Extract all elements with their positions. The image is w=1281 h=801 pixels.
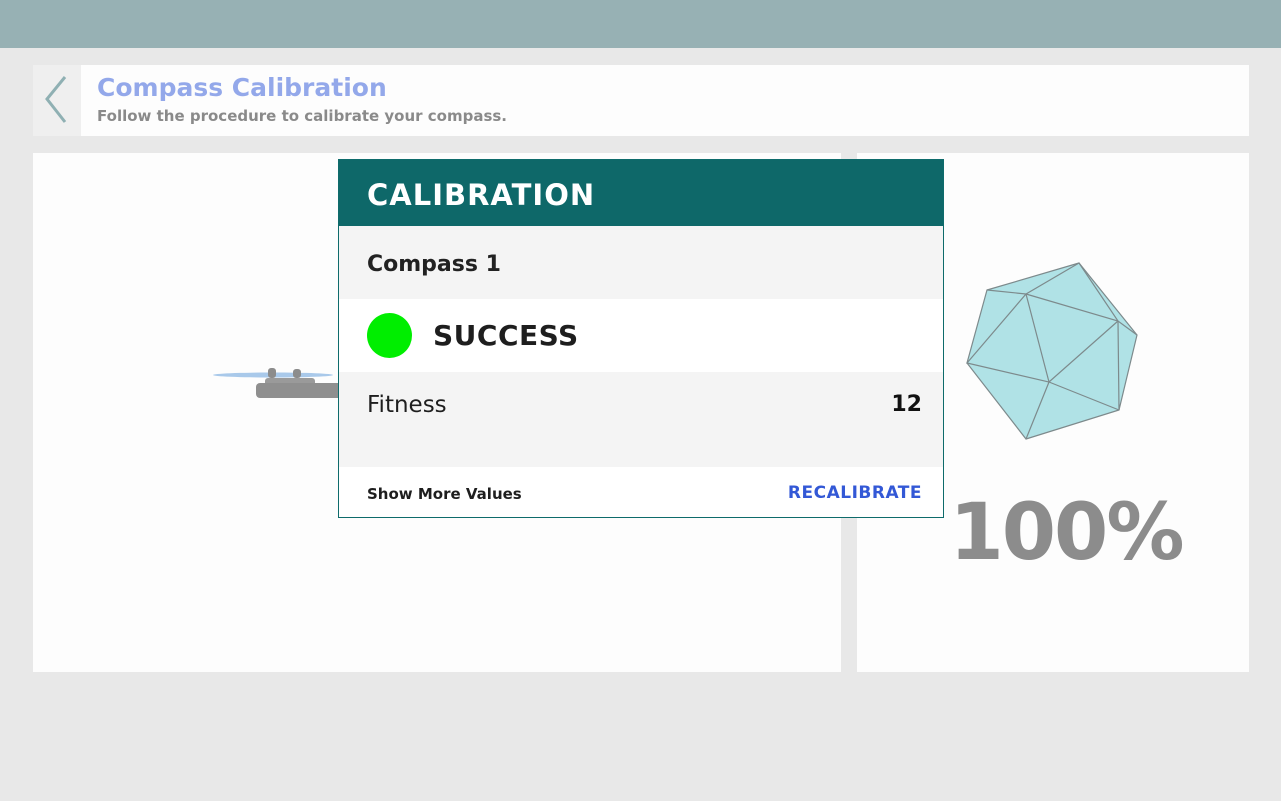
status-text: SUCCESS xyxy=(433,319,579,352)
dialog-title: CALIBRATION xyxy=(339,160,943,226)
recalibrate-button[interactable]: RECALIBRATE xyxy=(788,483,922,503)
top-bar xyxy=(0,0,1281,48)
fitness-label: Fitness xyxy=(367,392,447,418)
status-indicator-icon xyxy=(367,313,412,358)
drone-image xyxy=(213,368,353,398)
status-row: SUCCESS xyxy=(339,299,943,372)
calibration-sphere xyxy=(965,262,1138,440)
chevron-left-icon xyxy=(45,76,67,123)
dialog-footer: Show More Values RECALIBRATE xyxy=(339,467,943,518)
back-button[interactable] xyxy=(33,65,81,136)
page-header: Compass Calibration Follow the procedure… xyxy=(33,65,1249,136)
compass-name: Compass 1 xyxy=(339,226,943,299)
show-more-values-button[interactable]: Show More Values xyxy=(367,485,522,503)
calibration-dialog: CALIBRATION Compass 1 SUCCESS Fitness 12… xyxy=(338,159,944,518)
page-title: Compass Calibration xyxy=(97,73,387,102)
page-subtitle: Follow the procedure to calibrate your c… xyxy=(97,107,508,125)
fitness-row: Fitness 12 xyxy=(339,372,943,467)
fitness-value: 12 xyxy=(891,392,922,417)
